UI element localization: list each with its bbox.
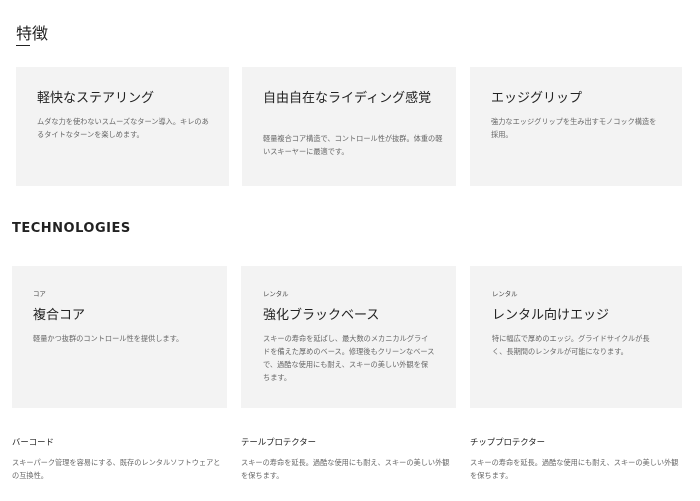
tech-card-tag: コア — [33, 290, 46, 298]
feature-card-steering: 軽快なステアリング ムダな力を使わないスムーズなターン導入。キレのあるタイトなタ… — [16, 67, 229, 186]
feature-card-desc: 軽量複合コア構造で、コントロール性が抜群。体重の軽いスキーヤーに最適です。 — [263, 134, 443, 156]
technologies-title: TECHNOLOGIES — [12, 221, 131, 236]
accessory-desc: スキーの寿命を延長。過酷な使用にも耐え、スキーの美しい外観を保ちます。 — [241, 458, 450, 480]
feature-card-desc: ムダな力を使わないスムーズなターン導入。キレのあるタイトなターンを楽しめます。 — [37, 117, 209, 139]
tech-card-title: 強化ブラックベース — [263, 308, 380, 323]
feature-card-desc: 強力なエッジグリップを生み出すモノコック構造を採用。 — [491, 117, 657, 139]
feature-card-edge-grip: エッジグリップ 強力なエッジグリップを生み出すモノコック構造を採用。 — [470, 67, 682, 186]
tech-card-desc: 軽量かつ抜群のコントロール性を提供します。 — [33, 334, 184, 343]
feature-card-riding: 自由自在なライディング感覚 軽量複合コア構造で、コントロール性が抜群。体重の軽い… — [242, 67, 456, 186]
feature-card-title: 軽快なステアリング — [37, 91, 155, 106]
tech-card-rental-edge: レンタル レンタル向けエッジ 特に幅広で厚めのエッジ。グライドサイクルが長く、長… — [470, 266, 682, 408]
tech-card-desc: スキーの寿命を延ばし、最大数のメカニカルグライドを備えた厚めのベース。修理後もク… — [263, 334, 435, 382]
feature-card-title: エッジグリップ — [491, 91, 583, 106]
tech-card-tag: レンタル — [263, 290, 289, 298]
tech-card-core: コア 複合コア 軽量かつ抜群のコントロール性を提供します。 — [12, 266, 227, 408]
tech-card-title: レンタル向けエッジ — [492, 308, 610, 323]
tech-card-desc: 特に幅広で厚めのエッジ。グライドサイクルが長く、長期間のレンタルが可能になります… — [492, 334, 650, 356]
accessory-desc: スキーの寿命を延長。過酷な使用にも耐え、スキーの美しい外観を保ちます。 — [470, 458, 679, 480]
features-title: 特徴 — [16, 24, 49, 43]
accessory-title: バーコード — [12, 437, 54, 447]
tech-card-title: 複合コア — [33, 308, 86, 323]
accessory-title: テールプロテクター — [241, 437, 317, 447]
features-title-underline — [16, 45, 30, 46]
tech-card-tag: レンタル — [492, 290, 518, 298]
accessory-title: チッププロテクター — [470, 437, 546, 447]
accessory-desc: スキーパーク管理を容易にする、既存のレンタルソフトウェアとの互換性。 — [12, 458, 221, 480]
feature-card-title: 自由自在なライディング感覚 — [263, 91, 432, 106]
tech-card-black-base: レンタル 強化ブラックベース スキーの寿命を延ばし、最大数のメカニカルグライドを… — [241, 266, 456, 408]
